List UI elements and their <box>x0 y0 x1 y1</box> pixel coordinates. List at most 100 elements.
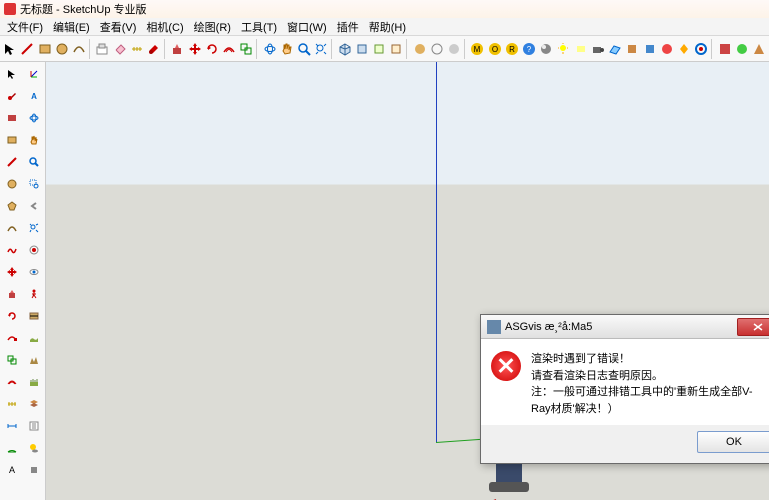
select-tool-icon[interactable] <box>2 38 18 60</box>
vray-plane-icon[interactable] <box>607 38 623 60</box>
scale-tool-icon[interactable] <box>238 38 254 60</box>
toolbar-main: M O R ? <box>0 36 769 62</box>
style-wire-icon[interactable] <box>429 38 445 60</box>
circle-tool-icon[interactable] <box>54 38 70 60</box>
workspace: A A ASGvis æ¸² <box>0 62 769 500</box>
scale-green-icon[interactable] <box>1 349 22 370</box>
right-view-icon[interactable] <box>388 38 404 60</box>
vray-tool2-icon[interactable] <box>641 38 657 60</box>
vray-tool4-icon[interactable] <box>676 38 692 60</box>
layers-icon[interactable] <box>23 393 44 414</box>
position-icon[interactable] <box>23 239 44 260</box>
rotate-red-icon[interactable] <box>1 305 22 326</box>
rect-fill-icon[interactable] <box>1 107 22 128</box>
move-tool-icon[interactable] <box>186 38 202 60</box>
rotate-tool-icon[interactable] <box>204 38 220 60</box>
orbit-tool-icon[interactable] <box>261 38 277 60</box>
arc-icon[interactable] <box>1 217 22 238</box>
axes-icon[interactable] <box>23 63 44 84</box>
lookaround-icon[interactable] <box>23 261 44 282</box>
viewport-3d[interactable]: ASGvis æ¸²å:Ma5 渲染时遇到了错误！ 请查看渲染日志查明原因。 注… <box>46 62 769 500</box>
pan-hand-icon[interactable] <box>23 129 44 150</box>
vray-o-icon[interactable]: O <box>486 38 502 60</box>
style-shaded-icon[interactable] <box>411 38 427 60</box>
prev-icon[interactable] <box>23 195 44 216</box>
line-tool-icon[interactable] <box>19 38 35 60</box>
menu-file[interactable]: 文件(F) <box>2 19 48 35</box>
orbit-blue-icon[interactable] <box>23 107 44 128</box>
zoomext-icon[interactable] <box>23 217 44 238</box>
vray-light2-icon[interactable] <box>573 38 589 60</box>
pan-tool-icon[interactable] <box>279 38 295 60</box>
ok-button[interactable]: OK <box>697 431 769 453</box>
svg-text:M: M <box>474 45 481 54</box>
followme-icon[interactable] <box>1 327 22 348</box>
shadow-icon[interactable] <box>23 437 44 458</box>
tape-tool-icon[interactable] <box>129 38 145 60</box>
menu-window[interactable]: 窗口(W) <box>282 19 332 35</box>
sandbox1-icon[interactable] <box>23 327 44 348</box>
sandbox2-icon[interactable] <box>23 349 44 370</box>
3dtext-icon[interactable]: A <box>23 85 44 106</box>
rectangle-tool-icon[interactable] <box>36 38 52 60</box>
offset-red-icon[interactable] <box>1 371 22 392</box>
style-hidden-icon[interactable] <box>446 38 462 60</box>
menu-edit[interactable]: 编辑(E) <box>48 19 95 35</box>
circle-icon[interactable] <box>1 173 22 194</box>
menu-view[interactable]: 查看(V) <box>95 19 142 35</box>
dimension-icon[interactable] <box>1 415 22 436</box>
walk-icon[interactable] <box>23 283 44 304</box>
zoom-extents-icon[interactable] <box>313 38 329 60</box>
vray-tool5-icon[interactable] <box>693 38 709 60</box>
dialog-close-button[interactable] <box>737 318 769 336</box>
plugin2-icon[interactable] <box>734 38 750 60</box>
top-view-icon[interactable] <box>354 38 370 60</box>
zoomwin-icon[interactable] <box>23 173 44 194</box>
vray-tool3-icon[interactable] <box>659 38 675 60</box>
section-icon[interactable] <box>23 305 44 326</box>
tape-yellow-icon[interactable] <box>1 393 22 414</box>
text-icon[interactable]: A <box>1 459 22 480</box>
vray-r-icon[interactable]: R <box>504 38 520 60</box>
pushpull-red-icon[interactable] <box>1 283 22 304</box>
freehand-icon[interactable] <box>1 239 22 260</box>
menu-draw[interactable]: 绘图(R) <box>189 19 236 35</box>
component-tool-icon[interactable] <box>94 38 110 60</box>
paint-tool-icon[interactable] <box>146 38 162 60</box>
protractor-icon[interactable] <box>1 437 22 458</box>
menu-help[interactable]: 帮助(H) <box>364 19 411 35</box>
line-icon[interactable] <box>1 151 22 172</box>
zoom-tool-icon[interactable] <box>296 38 312 60</box>
front-view-icon[interactable] <box>371 38 387 60</box>
paint-icon[interactable] <box>1 85 22 106</box>
offset-tool-icon[interactable] <box>221 38 237 60</box>
vray-sphere-icon[interactable] <box>538 38 554 60</box>
sandbox3-icon[interactable] <box>23 371 44 392</box>
menu-plugins[interactable]: 插件 <box>332 19 364 35</box>
vray-m-icon[interactable]: M <box>469 38 485 60</box>
vray-help-icon[interactable]: ? <box>521 38 537 60</box>
rect-icon[interactable] <box>1 129 22 150</box>
dialog-title: ASGvis æ¸²å:Ma5 <box>505 321 737 333</box>
vray-tool1-icon[interactable] <box>624 38 640 60</box>
move-red-icon[interactable] <box>1 261 22 282</box>
window-titlebar: 无标题 - SketchUp 专业版 <box>0 0 769 18</box>
polygon-icon[interactable] <box>1 195 22 216</box>
eraser-tool-icon[interactable] <box>111 38 127 60</box>
pushpull-tool-icon[interactable] <box>169 38 185 60</box>
arc-tool-icon[interactable] <box>71 38 87 60</box>
menu-tools[interactable]: 工具(T) <box>236 19 282 35</box>
plugin1-icon[interactable] <box>716 38 732 60</box>
menu-camera[interactable]: 相机(C) <box>141 19 188 35</box>
misc-icon[interactable] <box>23 459 44 480</box>
select-icon[interactable] <box>1 63 22 84</box>
plugin3-icon[interactable] <box>751 38 767 60</box>
vray-cam-icon[interactable] <box>590 38 606 60</box>
iso-view-icon[interactable] <box>336 38 352 60</box>
dialog-titlebar[interactable]: ASGvis æ¸²å:Ma5 <box>481 315 769 339</box>
outliner-icon[interactable] <box>23 415 44 436</box>
toolbar-separator <box>464 39 467 59</box>
vray-light-icon[interactable] <box>555 38 571 60</box>
zoom-blue-icon[interactable] <box>23 151 44 172</box>
toolbar-separator <box>164 39 167 59</box>
